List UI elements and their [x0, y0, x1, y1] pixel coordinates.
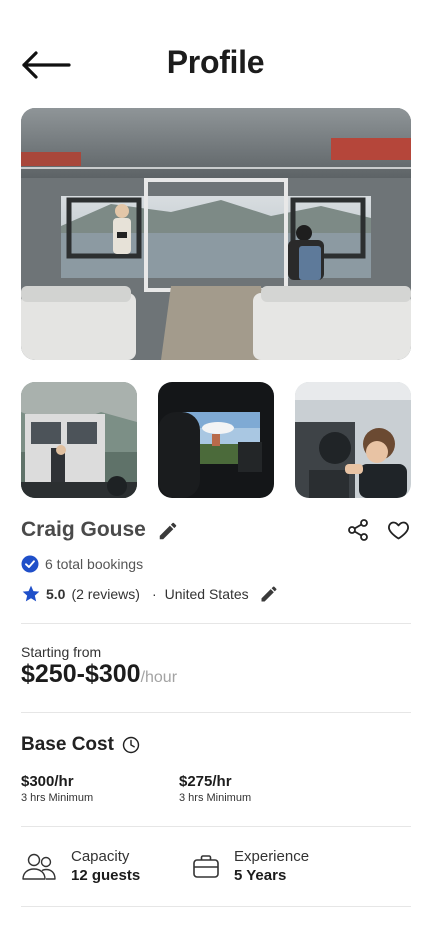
thumbnail-2[interactable]	[158, 382, 274, 498]
bookings-row: 6 total bookings	[21, 555, 143, 573]
rating-row: 5.0 (2 reviews) · United States	[21, 584, 279, 604]
divider	[21, 906, 411, 907]
thumbnail-3[interactable]	[295, 382, 411, 498]
divider	[21, 623, 411, 624]
divider	[21, 826, 411, 827]
rate-amount: $275/hr	[179, 773, 232, 790]
divider	[21, 712, 411, 713]
rate-minimum: 3 hrs Minimum	[179, 792, 252, 804]
boat-exterior-image	[21, 382, 137, 498]
capacity-stat: Capacity 12 guests	[21, 848, 140, 884]
star-icon	[22, 585, 40, 602]
rate-amount: $300/hr	[21, 773, 74, 790]
share-button[interactable]	[346, 518, 370, 547]
boat-window-view-image	[158, 382, 274, 498]
page-title: Profile	[166, 44, 265, 80]
rate-option-1: $300/hr 3 hrs Minimum	[21, 773, 93, 804]
experience-label: Experience	[234, 848, 310, 865]
clock-icon	[122, 736, 140, 754]
bookings-count: 6 total bookings	[45, 556, 144, 572]
experience-stat: Experience 5 Years	[192, 848, 309, 884]
location-text: United States	[164, 586, 249, 602]
rate-minimum: 3 hrs Minimum	[21, 792, 94, 804]
profile-name: Craig Gouse	[21, 518, 146, 541]
base-cost-title: Base Cost	[21, 734, 114, 755]
boat-driver-image	[295, 382, 411, 498]
capacity-value: 12 guests	[71, 867, 141, 884]
capacity-label: Capacity	[71, 848, 130, 865]
separator-dot: ·	[151, 586, 157, 602]
base-cost-heading: Base Cost	[21, 734, 140, 756]
reviews-link[interactable]: (2 reviews)	[71, 586, 139, 602]
rating-value: 5.0	[46, 586, 66, 602]
edit-location-button[interactable]	[259, 584, 279, 604]
boat-cabin-image	[21, 108, 411, 360]
experience-value: 5 Years	[234, 867, 287, 884]
starting-from-label: Starting from	[21, 644, 102, 660]
thumbnail-1[interactable]	[21, 382, 137, 498]
rate-option-2: $275/hr 3 hrs Minimum	[179, 773, 251, 804]
price-range: $250-$300/hour	[21, 660, 177, 689]
price-unit: /hour	[140, 669, 178, 686]
pencil-icon	[261, 586, 277, 602]
verified-check-icon	[21, 555, 39, 573]
edit-name-button[interactable]	[157, 520, 179, 547]
hero-photo[interactable]	[21, 108, 411, 360]
users-icon	[22, 853, 56, 880]
briefcase-icon	[193, 855, 219, 878]
favorite-button[interactable]	[386, 518, 411, 547]
heart-icon	[388, 521, 409, 540]
pencil-icon	[159, 522, 177, 540]
price-range-value: $250-$300	[21, 660, 141, 688]
share-icon	[348, 519, 368, 541]
